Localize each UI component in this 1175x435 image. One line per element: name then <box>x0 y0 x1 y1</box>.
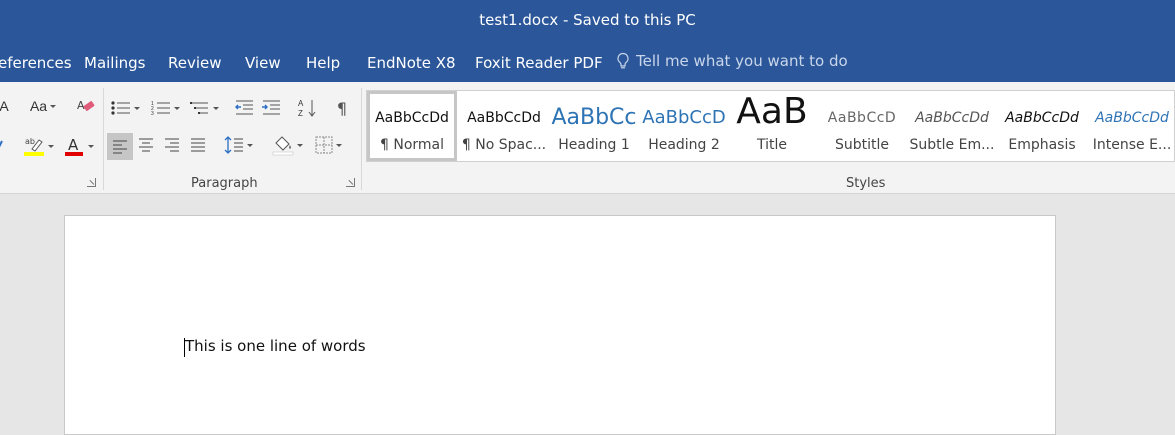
tab-foxit-reader-pdf[interactable]: Foxit Reader PDF <box>475 54 603 72</box>
ribbon: A Aa A ab A 1 2 3 A Z ¶ Paragraph AaBbCc… <box>0 82 1175 194</box>
style-title[interactable]: AaB Title <box>727 91 817 161</box>
justify-button[interactable] <box>186 133 210 157</box>
style-name: Subtle Em... <box>909 137 995 153</box>
sort-button[interactable]: AZ <box>296 96 320 120</box>
ribbon-tab-bar: eferences Mailings Review View Help EndN… <box>0 42 1175 82</box>
paragraph-group-label: Paragraph <box>191 176 258 191</box>
style-name: Heading 2 <box>648 137 720 153</box>
align-center-button[interactable] <box>134 133 158 157</box>
tab-help[interactable]: Help <box>306 54 340 72</box>
tell-me-placeholder: Tell me what you want to do <box>636 52 848 70</box>
svg-text:Z: Z <box>298 109 303 118</box>
numbering-button[interactable]: 123 <box>147 96 183 120</box>
style-emphasis[interactable]: AaBbCcDd Emphasis <box>997 91 1087 161</box>
style-subtitle[interactable]: AaBbCcD Subtitle <box>817 91 907 161</box>
paragraph-dialog-launcher[interactable] <box>346 178 355 187</box>
text-effects-icon <box>0 140 3 148</box>
shrink-font-label: A <box>0 98 9 114</box>
multilevel-list-button[interactable] <box>188 96 220 120</box>
style-sample: AaBbCcD <box>642 107 726 128</box>
change-case-button[interactable]: Aa <box>26 94 60 118</box>
style-sample: AaBbCcDd <box>1095 110 1169 126</box>
style-normal[interactable]: AaBbCcDd ¶ Normal <box>367 91 457 161</box>
style-sample: AaBbCcDd <box>375 110 449 126</box>
align-left-button[interactable] <box>107 133 133 160</box>
style-name: Emphasis <box>1008 137 1076 153</box>
numbered-list-icon: 123 <box>151 101 170 116</box>
justify-icon <box>191 138 205 152</box>
tab-view[interactable]: View <box>245 54 281 72</box>
paint-bucket-icon <box>272 136 293 156</box>
tab-review[interactable]: Review <box>168 54 222 72</box>
tab-references[interactable]: eferences <box>0 54 72 72</box>
style-name: ¶ No Spac... <box>461 137 547 153</box>
pilcrow-icon: ¶ <box>336 98 348 118</box>
style-sample: AaBbCc <box>551 105 637 130</box>
shading-button[interactable] <box>268 133 306 157</box>
style-intense-emphasis[interactable]: AaBbCcDd Intense E... <box>1087 91 1175 161</box>
align-right-icon <box>165 138 179 152</box>
styles-gallery: AaBbCcDd ¶ Normal AaBbCcDd ¶ No Spac... … <box>366 90 1175 162</box>
font-color-button[interactable]: A <box>60 134 96 158</box>
tab-endnote[interactable]: EndNote X8 <box>367 54 456 72</box>
styles-group-label: Styles <box>846 176 886 191</box>
increase-indent-icon <box>262 100 280 115</box>
line-spacing-button[interactable] <box>220 133 256 157</box>
increase-indent-button[interactable] <box>259 96 283 120</box>
style-name: Heading 1 <box>558 137 630 153</box>
document-area: This is one line of words <box>0 194 1175 435</box>
change-case-label: Aa <box>29 98 48 114</box>
style-heading-1[interactable]: AaBbCc Heading 1 <box>549 91 639 161</box>
style-subtle-emphasis[interactable]: AaBbCcDd Subtle Em... <box>907 91 997 161</box>
lightbulb-icon <box>617 52 629 69</box>
align-left-icon <box>113 140 127 153</box>
svg-text:3: 3 <box>151 111 154 116</box>
svg-text:A: A <box>298 99 304 108</box>
style-sample: AaBbCcDd <box>1005 110 1079 126</box>
highlighter-icon: ab <box>23 137 44 156</box>
align-center-icon <box>139 138 153 152</box>
style-sample: AaB <box>736 93 808 131</box>
tell-me-search[interactable]: Tell me what you want to do <box>616 52 848 70</box>
window-title: test1.docx - Saved to this PC <box>479 11 696 29</box>
group-separator <box>361 88 362 190</box>
title-bar: test1.docx - Saved to this PC <box>0 0 1175 42</box>
style-heading-2[interactable]: AaBbCcD Heading 2 <box>639 91 729 161</box>
bullet-list-icon <box>110 101 130 115</box>
highlight-color-button[interactable]: ab <box>20 134 56 158</box>
show-formatting-marks-button[interactable]: ¶ <box>330 96 354 120</box>
style-name: Intense E... <box>1092 137 1172 153</box>
eraser-icon: A <box>77 99 95 112</box>
document-body-text[interactable]: This is one line of words <box>185 337 366 355</box>
align-right-button[interactable] <box>160 133 184 157</box>
borders-button[interactable] <box>309 133 347 157</box>
borders-icon <box>315 136 332 154</box>
style-name: ¶ Normal <box>379 137 444 153</box>
style-name: Subtitle <box>834 137 890 153</box>
svg-text:ab: ab <box>25 137 35 146</box>
tab-mailings[interactable]: Mailings <box>84 54 145 72</box>
svg-text:A: A <box>68 136 79 154</box>
svg-text:A: A <box>77 99 85 112</box>
style-name: Title <box>756 137 787 153</box>
style-no-spacing[interactable]: AaBbCcDd ¶ No Spac... <box>459 91 549 161</box>
style-sample: AaBbCcD <box>827 110 897 126</box>
multilevel-list-icon <box>189 102 208 114</box>
bullets-button[interactable] <box>108 96 142 120</box>
line-spacing-icon <box>224 136 243 154</box>
sort-icon: AZ <box>298 99 316 118</box>
decrease-indent-button[interactable] <box>232 96 256 120</box>
clear-formatting-button[interactable]: A <box>74 94 98 118</box>
text-effects-button[interactable] <box>0 134 8 158</box>
shrink-font-button[interactable]: A <box>0 94 11 118</box>
group-separator <box>103 88 104 190</box>
font-color-icon: A <box>64 136 83 156</box>
style-sample: AaBbCcDd <box>915 110 989 126</box>
document-page[interactable]: This is one line of words <box>64 215 1056 435</box>
font-dialog-launcher[interactable] <box>87 178 96 187</box>
style-sample: AaBbCcDd <box>467 110 541 126</box>
decrease-indent-icon <box>235 100 253 115</box>
